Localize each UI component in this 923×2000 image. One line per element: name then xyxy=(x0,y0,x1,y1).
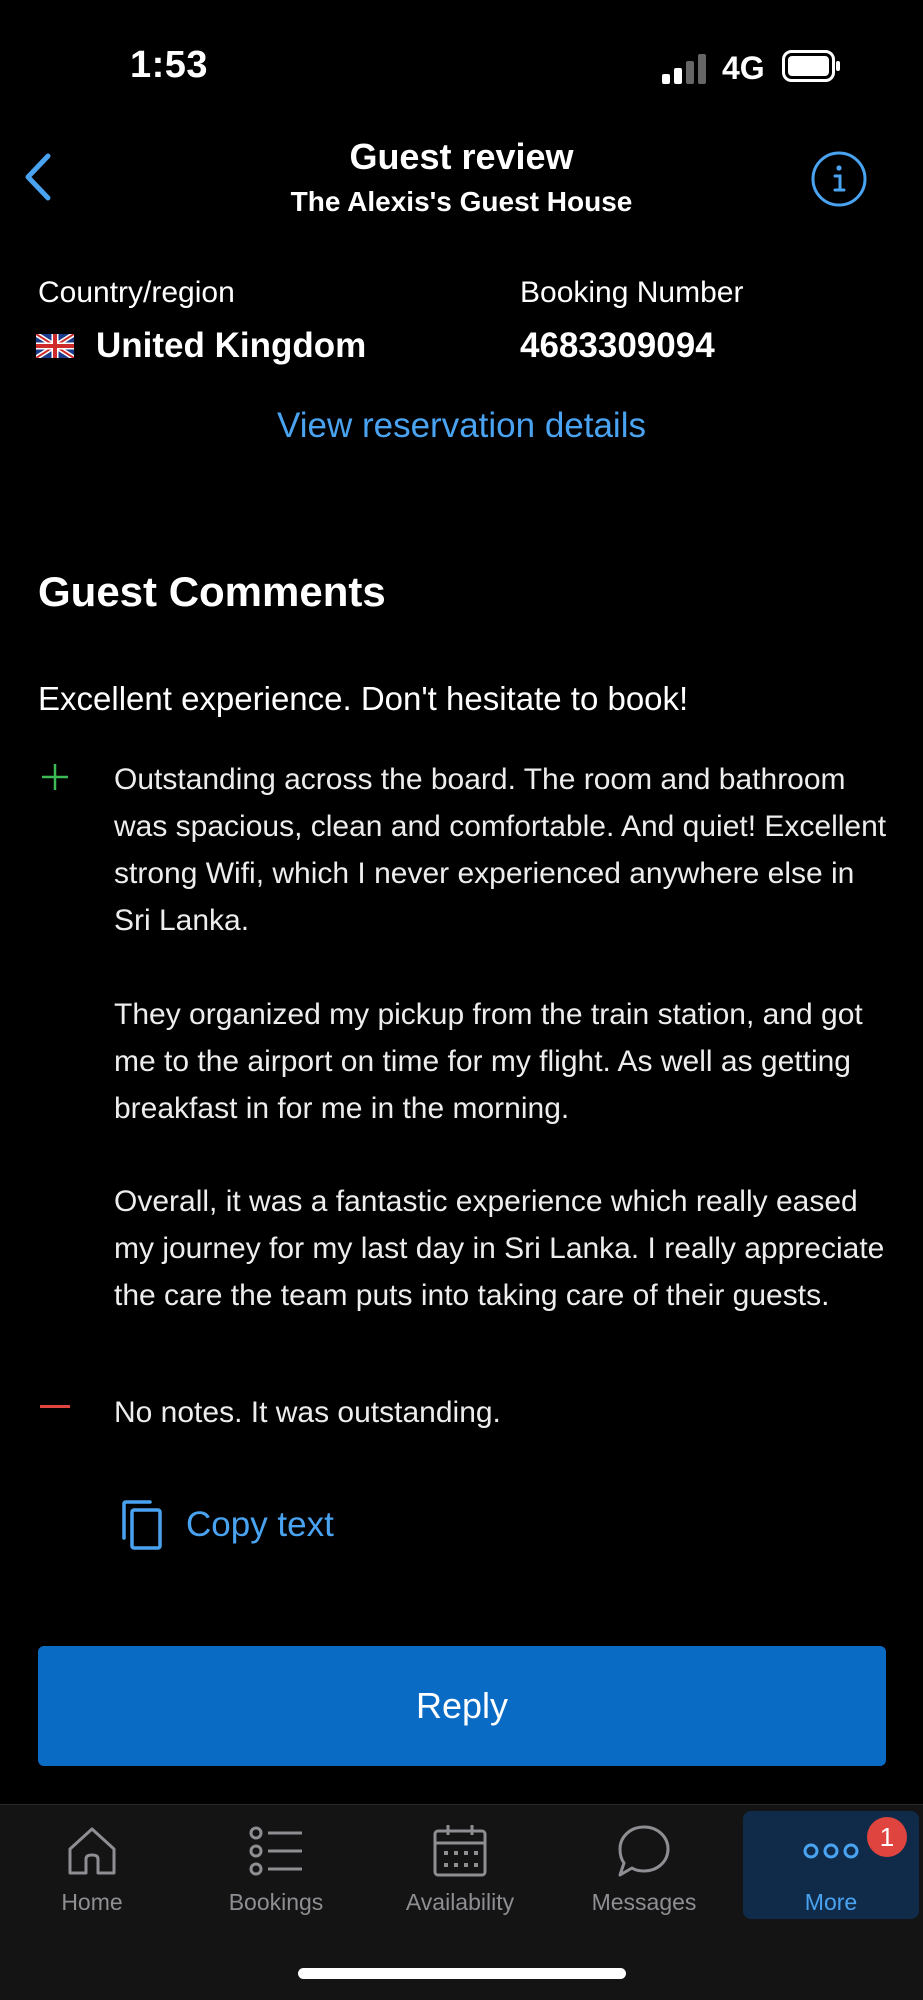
more-dots-icon xyxy=(803,1843,859,1859)
booking-number-label: Booking Number xyxy=(520,276,744,309)
tab-availability[interactable]: Availability xyxy=(370,1821,550,1931)
reply-button[interactable]: Reply xyxy=(38,1646,886,1766)
page-title: Guest review xyxy=(349,136,574,177)
tab-label: Messages xyxy=(591,1889,697,1915)
list-icon xyxy=(249,1826,302,1876)
tab-more[interactable]: More 1 xyxy=(743,1811,919,1919)
country-label: Country/region xyxy=(38,276,235,309)
tab-label: Bookings xyxy=(228,1889,324,1915)
status-bar: 1:53 4G xyxy=(0,0,923,130)
positive-comment-paragraph: They organized my pickup from the train … xyxy=(114,998,863,1125)
calendar-icon xyxy=(433,1825,487,1877)
booking-number-value: 4683309094 xyxy=(520,326,715,365)
tab-label: More xyxy=(804,1889,858,1915)
negative-comment: No notes. It was outstanding. xyxy=(114,1396,501,1429)
home-icon xyxy=(68,1827,116,1875)
battery-icon xyxy=(782,50,840,82)
copy-text-button[interactable]: Copy text xyxy=(114,1498,334,1552)
uk-flag-icon xyxy=(36,334,74,358)
tab-label: Home xyxy=(61,1889,123,1915)
positive-comment-paragraph: Outstanding across the board. The room a… xyxy=(114,763,887,937)
info-icon[interactable] xyxy=(810,150,868,208)
tab-bookings[interactable]: Bookings xyxy=(186,1821,366,1931)
chat-bubble-icon xyxy=(618,1825,670,1877)
tab-home[interactable]: Home xyxy=(2,1821,182,1931)
notification-badge: 1 xyxy=(867,1817,907,1857)
country-value: United Kingdom xyxy=(96,326,367,365)
property-name: The Alexis's Guest House xyxy=(290,186,633,217)
plus-icon xyxy=(42,764,68,790)
review-title: Excellent experience. Don't hesitate to … xyxy=(38,680,689,717)
section-title: Guest Comments xyxy=(38,568,386,615)
tab-label: Availability xyxy=(405,1889,515,1915)
signal-icon xyxy=(662,54,706,84)
status-time: 1:53 xyxy=(130,44,209,86)
tab-messages[interactable]: Messages xyxy=(554,1821,734,1931)
network-label: 4G xyxy=(722,50,765,86)
positive-comment-paragraph: Overall, it was a fantastic experience w… xyxy=(114,1185,885,1312)
home-indicator xyxy=(298,1968,626,1979)
copy-text-label[interactable]: Copy text xyxy=(186,1505,334,1545)
copy-icon[interactable] xyxy=(114,1498,166,1552)
view-reservation-link[interactable]: View reservation details xyxy=(0,406,923,446)
minus-icon xyxy=(40,1405,70,1408)
